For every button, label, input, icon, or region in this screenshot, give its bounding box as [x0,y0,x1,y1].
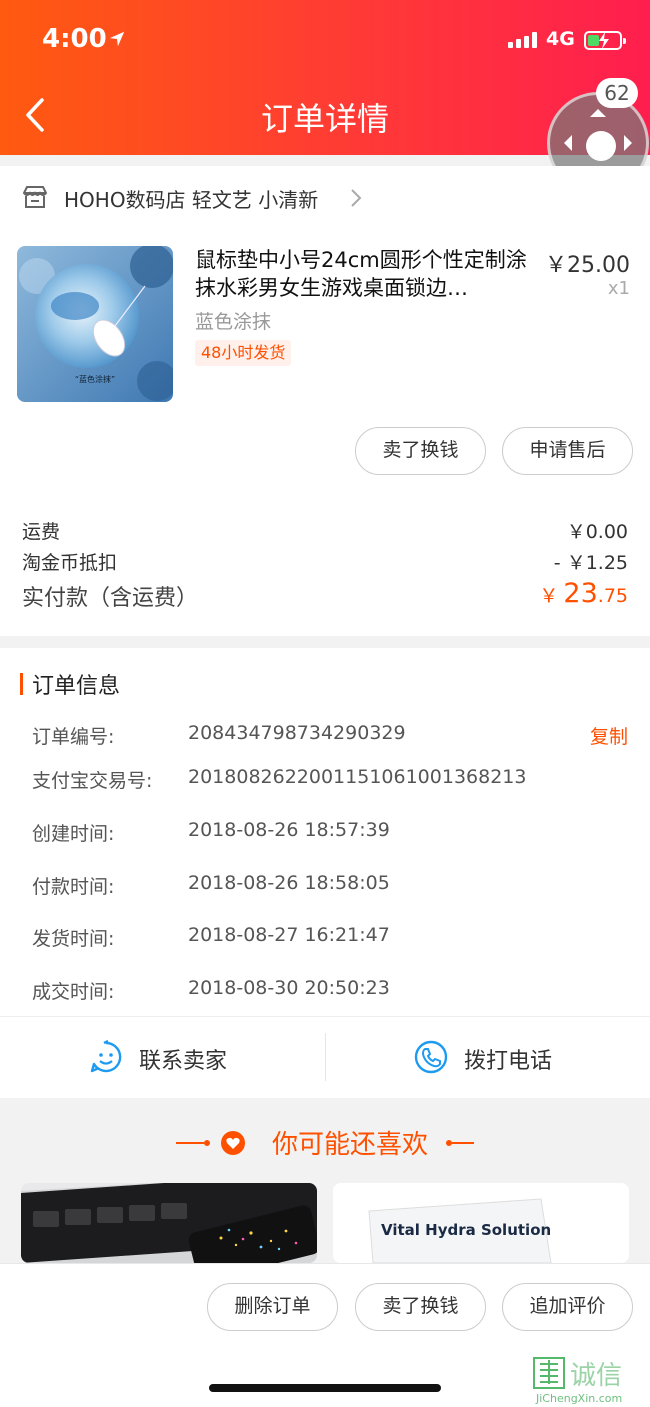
store-icon [23,186,47,208]
product-title[interactable]: 鼠标垫中小号24cm圆形个性定制涂抹水彩男女生游戏桌面锁边… [195,246,535,302]
contact-divider [325,1033,326,1081]
network-type: 4G [546,28,575,50]
battery-icon [584,31,626,50]
total-paid-label: 实付款（含运费） [22,586,199,611]
recommend-product-tile[interactable]: Vital Hydra Solution [333,1183,629,1263]
add-review-button[interactable]: 追加评价 [502,1283,633,1331]
shipping-fee-label: 运费 [22,521,61,543]
alipay-trade-value: 2018082622001151061001368213 [188,766,527,788]
product-variant: 蓝色涂抹 [195,311,272,333]
signal-icon [508,32,537,48]
sell-for-cash-bottom-button[interactable]: 卖了换钱 [355,1283,486,1331]
recommend-title-text: 你可能还喜欢 [271,1130,428,1160]
total-paid-value: ￥ 23.75 [539,578,628,609]
after-sale-button[interactable]: 申请售后 [502,427,633,475]
floating-badge: 62 [596,78,638,108]
recommend-product-tile[interactable] [21,1183,317,1263]
shipped-time-value: 2018-08-27 16:21:47 [188,924,390,946]
shipping-fee-value: ￥0.00 [566,521,628,543]
order-info-title: 订单信息 [32,674,121,699]
product-quantity: x1 [607,278,630,299]
order-number-value: 208434798734290329 [188,722,406,744]
chevron-right-icon[interactable] [349,188,363,208]
completed-time-value: 2018-08-30 20:50:23 [188,977,390,999]
decor-line-right-icon [446,1140,474,1146]
store-name[interactable]: HOHO数码店 轻文艺 小清新 [64,184,318,213]
delete-order-button[interactable]: 删除订单 [207,1283,338,1331]
coin-deduction-value: - ￥1.25 [553,552,628,574]
product-image[interactable]: “蓝色涂抹” [17,246,173,402]
created-time-value: 2018-08-26 18:57:39 [188,819,390,841]
sell-for-cash-button[interactable]: 卖了换钱 [355,427,486,475]
shipping-tag: 48小时发货 [195,340,292,366]
watermark-text: 诚信 [570,1361,622,1391]
section-accent-bar [20,673,23,695]
alipay-trade-label: 支付宝交易号: [32,770,153,792]
paid-time-label: 付款时间: [32,876,115,898]
total-decimal: .75 [597,585,628,607]
product-image-caption: “蓝色涂抹” [75,374,115,384]
call-phone-button[interactable]: 拨打电话 [464,1043,552,1075]
watermark-logo: 诚信 JiChengXin.com [533,1357,622,1405]
watermark-url: JiChengXin.com [535,1392,622,1405]
location-arrow-icon [109,31,125,47]
product-price: ￥25.00 [545,253,630,278]
home-indicator [209,1384,441,1392]
shipped-time-label: 发货时间: [32,928,115,950]
contact-seller-button[interactable]: 联系卖家 [139,1043,227,1075]
chat-face-icon[interactable] [89,1040,123,1074]
order-number-label: 订单编号: [32,726,115,748]
recommend-tile-2-text: Vital Hydra Solution [381,1221,551,1239]
recommend-title: 你可能还喜欢 [0,1124,650,1161]
completed-time-label: 成交时间: [32,981,115,1003]
paid-time-value: 2018-08-26 18:58:05 [188,872,390,894]
total-integer: 23 [563,578,598,609]
phone-icon[interactable] [414,1040,448,1074]
status-time: 4:00 [42,24,107,54]
coin-deduction-label: 淘金币抵扣 [22,552,118,574]
total-currency: ￥ [539,585,559,607]
created-time-label: 创建时间: [32,823,115,845]
copy-order-number-button[interactable]: 复制 [590,722,628,749]
